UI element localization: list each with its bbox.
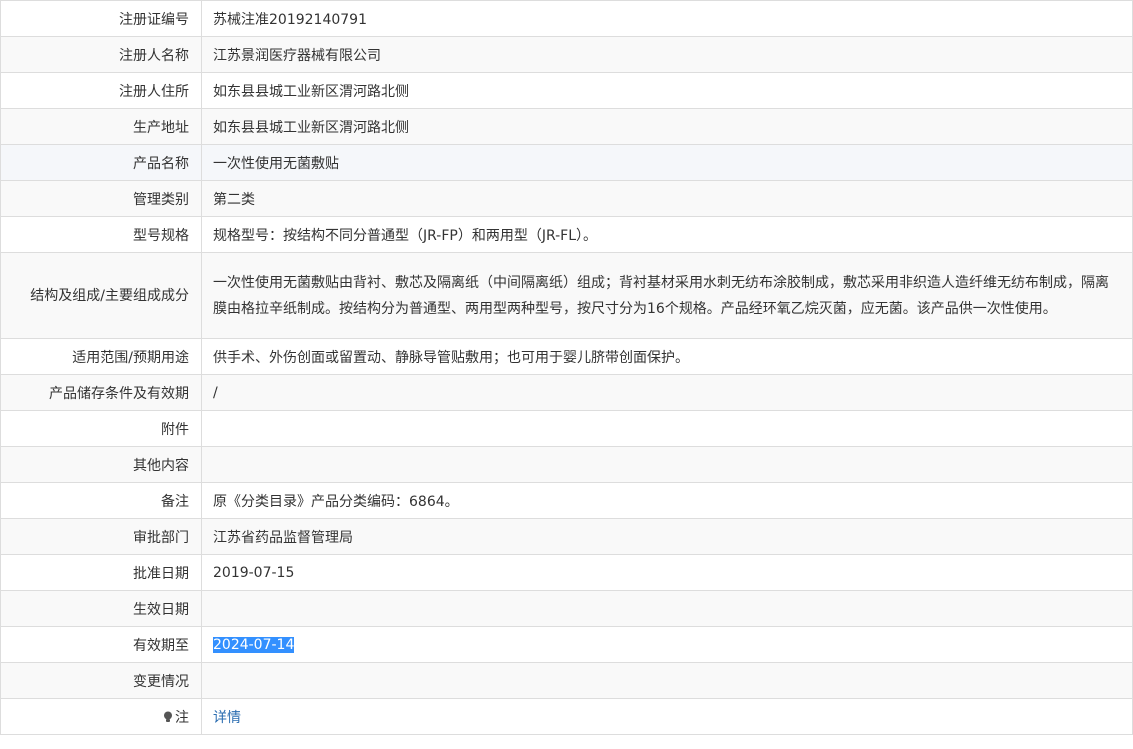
- row-remarks: 备注 原《分类目录》产品分类编码：6864。: [0, 482, 1133, 519]
- row-storage-validity: 产品储存条件及有效期 /: [0, 374, 1133, 411]
- note-label: 注: [175, 709, 189, 726]
- row-value: [201, 662, 1133, 699]
- row-approval-date: 批准日期 2019-07-15: [0, 554, 1133, 591]
- row-label: 生产地址: [0, 108, 202, 145]
- row-label: 附件: [0, 410, 202, 447]
- row-value: /: [201, 374, 1133, 411]
- row-value: [201, 410, 1133, 447]
- row-registration-number: 注册证编号 苏械注准20192140791: [0, 0, 1133, 37]
- row-registrant-address: 注册人住所 如东县县城工业新区渭河路北侧: [0, 72, 1133, 109]
- row-intended-use: 适用范围/预期用途 供手术、外伤创面或留置动、静脉导管贴敷用；也可用于婴儿脐带创…: [0, 338, 1133, 375]
- row-label: 审批部门: [0, 518, 202, 555]
- row-product-name: 产品名称 一次性使用无菌敷贴: [0, 144, 1133, 181]
- row-label: 备注: [0, 482, 202, 519]
- row-valid-until: 有效期至 2024-07-14: [0, 626, 1133, 663]
- row-model-spec: 型号规格 规格型号：按结构不同分普通型（JR-FP）和两用型（JR-FL）。: [0, 216, 1133, 253]
- row-label: 其他内容: [0, 446, 202, 483]
- row-change-status: 变更情况: [0, 662, 1133, 699]
- row-value: 规格型号：按结构不同分普通型（JR-FP）和两用型（JR-FL）。: [201, 216, 1133, 253]
- row-value: 2019-07-15: [201, 554, 1133, 591]
- row-value: 供手术、外伤创面或留置动、静脉导管贴敷用；也可用于婴儿脐带创面保护。: [201, 338, 1133, 375]
- row-attachment: 附件: [0, 410, 1133, 447]
- row-value[interactable]: 2024-07-14: [201, 626, 1133, 663]
- row-value: 如东县县城工业新区渭河路北侧: [201, 108, 1133, 145]
- row-label: 管理类别: [0, 180, 202, 217]
- row-label: 有效期至: [0, 626, 202, 663]
- row-production-address: 生产地址 如东县县城工业新区渭河路北侧: [0, 108, 1133, 145]
- selected-date-text[interactable]: 2024-07-14: [213, 636, 295, 653]
- row-label: 产品名称: [0, 144, 202, 181]
- row-value: 江苏省药品监督管理局: [201, 518, 1133, 555]
- details-link[interactable]: 详情: [213, 710, 241, 726]
- row-value: 一次性使用无菌敷贴由背衬、敷芯及隔离纸（中间隔离纸）组成；背衬基材采用水刺无纺布…: [201, 252, 1133, 339]
- lightbulb-icon: [163, 711, 173, 723]
- row-label: 批准日期: [0, 554, 202, 591]
- row-value: 江苏景润医疗器械有限公司: [201, 36, 1133, 73]
- row-label: 结构及组成/主要组成成分: [0, 252, 202, 339]
- row-other-content: 其他内容: [0, 446, 1133, 483]
- row-label: 注: [0, 698, 202, 735]
- row-structure-composition: 结构及组成/主要组成成分 一次性使用无菌敷贴由背衬、敷芯及隔离纸（中间隔离纸）组…: [0, 252, 1133, 339]
- row-value: [201, 590, 1133, 627]
- row-value: 一次性使用无菌敷贴: [201, 144, 1133, 181]
- row-registrant-name: 注册人名称 江苏景润医疗器械有限公司: [0, 36, 1133, 73]
- row-label: 生效日期: [0, 590, 202, 627]
- row-value: 如东县县城工业新区渭河路北侧: [201, 72, 1133, 109]
- row-label: 注册证编号: [0, 0, 202, 37]
- row-label: 注册人住所: [0, 72, 202, 109]
- row-approval-department: 审批部门 江苏省药品监督管理局: [0, 518, 1133, 555]
- row-value: 第二类: [201, 180, 1133, 217]
- row-value: 原《分类目录》产品分类编码：6864。: [201, 482, 1133, 519]
- row-label: 产品储存条件及有效期: [0, 374, 202, 411]
- row-note: 注 详情: [0, 698, 1133, 735]
- row-effective-date: 生效日期: [0, 590, 1133, 627]
- row-label: 变更情况: [0, 662, 202, 699]
- row-value: [201, 446, 1133, 483]
- row-value: 苏械注准20192140791: [201, 0, 1133, 37]
- row-management-category: 管理类别 第二类: [0, 180, 1133, 217]
- row-value: 详情: [201, 698, 1133, 735]
- row-label: 适用范围/预期用途: [0, 338, 202, 375]
- registration-detail-table: 注册证编号 苏械注准20192140791 注册人名称 江苏景润医疗器械有限公司…: [0, 0, 1133, 735]
- row-label: 型号规格: [0, 216, 202, 253]
- row-label: 注册人名称: [0, 36, 202, 73]
